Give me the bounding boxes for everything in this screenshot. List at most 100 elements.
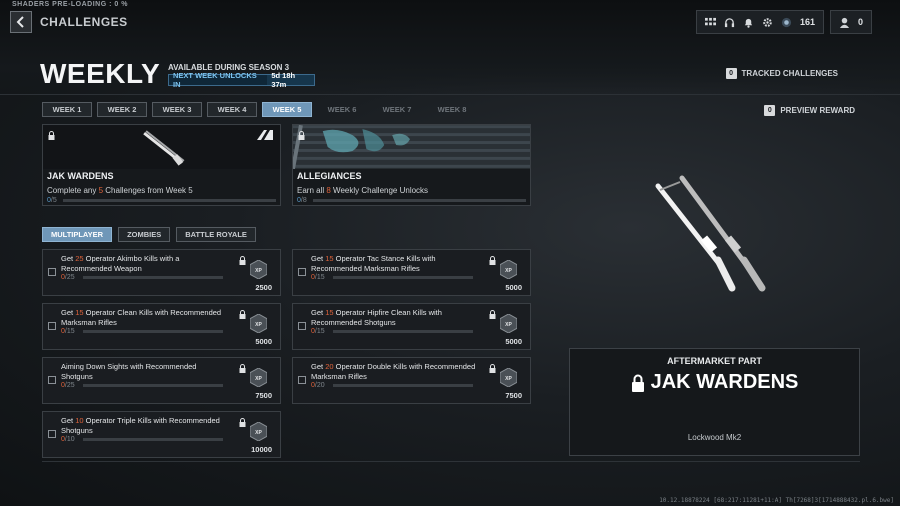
- reward-type-label: AFTERMARKET PART: [667, 356, 762, 366]
- gear-icon[interactable]: [762, 17, 773, 28]
- title-text: Get: [61, 308, 76, 317]
- key-hint: 0: [725, 68, 737, 79]
- progress-bar: [83, 276, 223, 279]
- track-checkbox[interactable]: [298, 322, 306, 330]
- reward-progress: 0/5: [47, 197, 57, 204]
- tab-zombies[interactable]: ZOMBIES: [118, 227, 171, 242]
- title-text: Get: [311, 362, 326, 371]
- track-checkbox[interactable]: [48, 376, 56, 384]
- reward-preview-name: JAK WARDENS: [570, 371, 859, 394]
- progress-total: /15: [314, 328, 325, 335]
- progress-bar: [63, 199, 276, 202]
- reward-calling-card-art: [293, 125, 530, 169]
- lock-icon: [489, 306, 496, 324]
- xp-badge-icon: XP: [249, 313, 268, 338]
- tab-multiplayer[interactable]: MULTIPLAYER: [42, 227, 113, 242]
- track-checkbox[interactable]: [298, 268, 306, 276]
- reward-preview-title: JAK WARDENS: [650, 371, 799, 393]
- desc-text: Challenges from Week 5: [103, 186, 193, 195]
- top-right-toolbar: 161 0: [695, 10, 872, 34]
- title-number: 15: [75, 308, 84, 317]
- challenge-card[interactable]: Get 10 Operator Triple Kills with Recomm…: [42, 411, 281, 458]
- next-week-time: 5d 18h 37m: [267, 71, 314, 89]
- tab-week-4[interactable]: WEEK 4: [207, 102, 257, 117]
- xp-badge-icon: XP: [249, 421, 268, 446]
- build-string: 10.12.18878224 [68:217:11281+11:A] Th[72…: [659, 497, 894, 504]
- track-checkbox[interactable]: [48, 430, 56, 438]
- title-number: 10: [75, 416, 84, 425]
- brand-logo-icon: [257, 130, 273, 140]
- tracked-label: TRACKED CHALLENGES: [741, 69, 838, 78]
- xp-badge-icon: XP: [499, 259, 518, 284]
- reward-progress: 0/8: [297, 197, 307, 204]
- desc-text: Complete any: [47, 186, 99, 195]
- title-text: Operator Double Kills with Recommended M…: [311, 362, 476, 381]
- breadcrumb: CHALLENGES: [40, 15, 128, 29]
- track-checkbox[interactable]: [298, 376, 306, 384]
- title-text: Get: [311, 254, 326, 263]
- title-text: Get: [61, 416, 76, 425]
- challenge-card[interactable]: Get 15 Operator Clean Kills with Recomme…: [42, 303, 281, 350]
- reward-description: Complete any 5 Challenges from Week 5: [47, 186, 193, 195]
- tab-week-8[interactable]: WEEK 8: [427, 102, 477, 117]
- xp-badge-icon: XP: [249, 259, 268, 284]
- tab-week-1[interactable]: WEEK 1: [42, 102, 92, 117]
- lock-icon: [48, 131, 55, 140]
- title-text: Operator Clean Kills with Recommended Ma…: [61, 308, 222, 327]
- challenge-card[interactable]: Aiming Down Sights with Recommended Shot…: [42, 357, 281, 404]
- back-button[interactable]: [10, 11, 32, 33]
- tab-week-7[interactable]: WEEK 7: [372, 102, 422, 117]
- challenge-title: Get 10 Operator Triple Kills with Recomm…: [61, 416, 229, 436]
- week-tabs: WEEK 1 WEEK 2 WEEK 3 WEEK 4 WEEK 5 WEEK …: [42, 102, 477, 117]
- reward-card-allegiances[interactable]: ALLEGIANCES Earn all 8 Weekly Challenge …: [292, 124, 531, 206]
- title-number: 15: [325, 254, 334, 263]
- tab-week-3[interactable]: WEEK 3: [152, 102, 202, 117]
- tracked-challenges-button[interactable]: 0 TRACKED CHALLENGES: [725, 68, 838, 79]
- xp-reward: 10000: [251, 445, 272, 454]
- next-week-timer: NEXT WEEK UNLOCKS IN 5d 18h 37m: [168, 71, 315, 89]
- lock-icon: [489, 252, 496, 270]
- social-toolbar: 161: [695, 10, 824, 34]
- progress-bar: [333, 276, 473, 279]
- progress-bar: [83, 384, 223, 387]
- title-number: 20: [325, 362, 334, 371]
- tab-week-2[interactable]: WEEK 2: [97, 102, 147, 117]
- reward-name: JAK WARDENS: [47, 171, 114, 181]
- progress-total: /25: [64, 274, 75, 281]
- challenge-progress: 0/25: [61, 274, 75, 281]
- track-checkbox[interactable]: [48, 322, 56, 330]
- progress-total: /25: [64, 382, 75, 389]
- xp-reward: 5000: [255, 337, 272, 346]
- reward-card-jak-wardens[interactable]: JAK WARDENS Complete any 5 Challenges fr…: [42, 124, 281, 206]
- challenge-card[interactable]: Get 25 Operator Akimbo Kills with a Reco…: [42, 249, 281, 296]
- xp-reward: 5000: [505, 337, 522, 346]
- track-checkbox[interactable]: [48, 268, 56, 276]
- reward-name: ALLEGIANCES: [297, 171, 362, 181]
- challenge-title: Get 15 Operator Hipfire Clean Kills with…: [311, 308, 479, 328]
- tokens-value: 0: [857, 17, 863, 27]
- tab-week-5[interactable]: WEEK 5: [262, 102, 312, 117]
- xp-badge-icon: XP: [249, 367, 268, 392]
- svg-text:XP: XP: [255, 376, 262, 382]
- progress-bar: [83, 438, 223, 441]
- grid-menu-icon[interactable]: [704, 17, 716, 28]
- tokens-box[interactable]: 0: [829, 10, 872, 34]
- reward-description: Earn all 8 Weekly Challenge Unlocks: [297, 186, 428, 195]
- xp-badge-icon: XP: [499, 367, 518, 392]
- xp-reward: 2500: [255, 283, 272, 292]
- tab-battle-royale[interactable]: BATTLE ROYALE: [176, 227, 256, 242]
- desc-text: Earn all: [297, 186, 327, 195]
- tab-week-6[interactable]: WEEK 6: [317, 102, 367, 117]
- svg-text:XP: XP: [255, 322, 262, 328]
- challenge-title: Aiming Down Sights with Recommended Shot…: [61, 362, 229, 382]
- challenge-card[interactable]: Get 15 Operator Tac Stance Kills with Re…: [292, 249, 531, 296]
- bell-icon[interactable]: [743, 17, 754, 28]
- headset-icon[interactable]: [724, 17, 735, 28]
- challenge-card[interactable]: Get 15 Operator Hipfire Clean Kills with…: [292, 303, 531, 350]
- challenge-title: Get 15 Operator Tac Stance Kills with Re…: [311, 254, 479, 274]
- challenge-card[interactable]: Get 20 Operator Double Kills with Recomm…: [292, 357, 531, 404]
- reward-preview-panel: AFTERMARKET PART JAK WARDENS Lockwood Mk…: [569, 348, 860, 456]
- reward-weapon-art: [43, 125, 280, 169]
- desc-text: Weekly Challenge Unlocks: [330, 186, 429, 195]
- preview-reward-button[interactable]: 0 PREVIEW REWARD: [764, 105, 855, 116]
